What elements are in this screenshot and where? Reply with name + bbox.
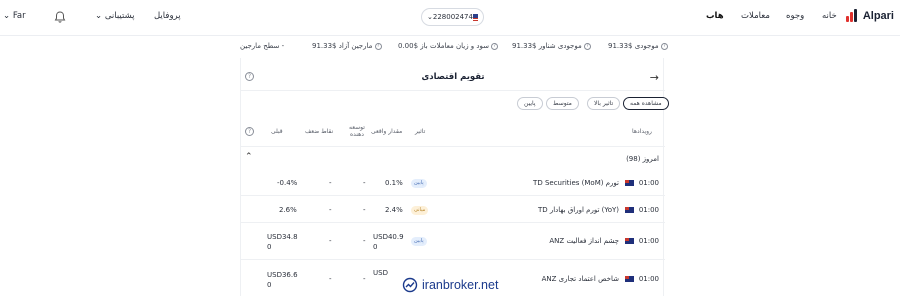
event-name: ANZ شاخص اعتماد تجاری xyxy=(541,275,619,283)
event-time: 01:00 xyxy=(638,179,659,187)
nav-funds[interactable]: وجوه xyxy=(786,11,804,21)
event-time: 01:00 xyxy=(638,237,659,245)
chart-circle-icon xyxy=(402,277,418,293)
actual-value: USD xyxy=(373,269,388,277)
language-label: Far xyxy=(12,11,26,21)
filter-high[interactable]: تاثیر بالا xyxy=(587,97,621,110)
stat-equity: موجودی شناور $91.33 ? xyxy=(512,42,591,50)
brand-name: Alpari xyxy=(862,10,894,22)
consensus-value: - xyxy=(329,275,332,283)
stat-value: $91.33 xyxy=(312,42,337,50)
stat-value: $91.33 xyxy=(512,42,537,50)
filter-medium[interactable]: متوسط xyxy=(546,97,579,110)
forecast-value: - xyxy=(363,206,366,214)
previous-value: -0.4% xyxy=(277,179,298,187)
help-icon[interactable]: ? xyxy=(374,42,382,50)
forecast-value: - xyxy=(363,179,366,187)
bell-icon[interactable] xyxy=(53,10,67,24)
col-impact: تاثیر xyxy=(415,128,426,135)
nav-hub[interactable]: هاب xyxy=(706,11,724,21)
actual-value: 2.4% xyxy=(385,206,403,214)
help-icon[interactable]: ? xyxy=(491,42,499,50)
previous-value: 2.6% xyxy=(279,206,297,214)
language-selector[interactable]: ⌄ Far xyxy=(3,11,26,21)
event-time: 01:00 xyxy=(638,206,659,214)
divider xyxy=(241,146,665,147)
account-status-bar: موجودی $91.33 ? موجودی شناور $91.33 ? سو… xyxy=(0,37,900,57)
stat-free-margin: مارجین آزاد $91.33 ? xyxy=(312,42,382,50)
watermark: iranbroker.net xyxy=(398,274,508,296)
day-label: امروز (98) xyxy=(626,155,659,163)
panel-title: تقویم اقتصادی xyxy=(421,72,485,82)
brand[interactable]: Alpari xyxy=(845,9,894,23)
event-name: TD تورم اوراق بهادار (YoY) xyxy=(537,206,619,214)
account-selector[interactable]: ⌄ 228002474 xyxy=(421,8,484,26)
consensus-value: - xyxy=(329,179,332,187)
col-actual: مقدار واقعی xyxy=(371,128,403,135)
stat-balance: موجودی $91.33 ? xyxy=(608,42,668,50)
alpari-logo-icon xyxy=(845,9,859,23)
previous-value: USD36.6 0 xyxy=(267,271,298,289)
filter-all[interactable]: مشاهده همه xyxy=(623,97,669,110)
stat-label: موجودی شناور xyxy=(538,42,582,50)
event-name: ANZ چشم انداز فعالیت xyxy=(549,237,619,245)
actual-value: 0.1% xyxy=(385,179,403,187)
table-row[interactable]: 01:00 ANZ چشم انداز فعالیت پایین USD40.9… xyxy=(241,224,665,260)
impact-badge: پایین xyxy=(411,237,427,246)
event-time: 01:00 xyxy=(638,275,659,283)
support-label: پشتیبانی xyxy=(104,11,135,21)
nav-home[interactable]: خانه xyxy=(822,11,837,21)
impact-badge: میانی xyxy=(411,206,429,215)
consensus-value: - xyxy=(329,237,332,245)
forecast-value: - xyxy=(363,237,366,245)
stat-value: $0.00 xyxy=(398,42,419,50)
economic-calendar-panel: ? تقویم اقتصادی → مشاهده همه تاثیر بالا … xyxy=(240,58,669,296)
filter-low[interactable]: پایین xyxy=(517,97,543,110)
help-icon[interactable]: ? xyxy=(584,42,591,50)
stat-open-pnl: سود و زیان معاملات باز $0.00 ? xyxy=(398,42,499,50)
stat-label: سود و زیان معاملات باز xyxy=(420,42,490,50)
table-row[interactable]: 01:00 TD Securities (MoM) تورم پایین 0.1… xyxy=(241,170,665,196)
stat-margin-level: سطح مارجین - xyxy=(240,42,284,50)
col-events: رویدادها xyxy=(632,128,652,135)
stat-value: - xyxy=(281,42,285,50)
us-flag-icon xyxy=(472,13,478,21)
actual-value: USD40.9 0 xyxy=(373,233,404,251)
previous-value: USD34.8 0 xyxy=(267,233,298,251)
panel-header: ? تقویم اقتصادی → xyxy=(241,63,665,91)
au-flag-icon xyxy=(625,238,634,244)
watermark-text: iranbroker.net xyxy=(422,278,499,292)
help-icon[interactable]: ? xyxy=(245,127,254,136)
consensus-value: - xyxy=(329,206,332,214)
au-flag-icon xyxy=(625,207,634,213)
day-group-today[interactable]: ⌃ امروز (98) xyxy=(241,152,665,168)
forecast-value: - xyxy=(363,275,366,283)
col-previous: قبلی xyxy=(271,128,283,135)
au-flag-icon xyxy=(625,276,634,282)
stat-label: مارجین آزاد xyxy=(338,42,373,50)
top-bar: Alpari خانه وجوه معاملات هاب ⌄ 228002474… xyxy=(0,0,900,36)
stat-value: $91.33 xyxy=(608,42,633,50)
stat-label: موجودی xyxy=(634,42,659,50)
event-name: TD Securities (MoM) تورم xyxy=(533,179,619,187)
support-menu[interactable]: ⌄ پشتیبانی xyxy=(95,11,135,21)
help-icon[interactable]: ? xyxy=(660,42,668,50)
nav-trading[interactable]: معاملات xyxy=(741,11,770,21)
col-forecast: توسعه دهنده xyxy=(349,124,365,138)
impact-badge: پایین xyxy=(411,179,427,188)
table-row[interactable]: 01:00 TD تورم اوراق بهادار (YoY) میانی 2… xyxy=(241,197,665,223)
au-flag-icon xyxy=(625,180,634,186)
arrow-right-icon[interactable]: → xyxy=(650,71,659,84)
col-consensus: نقاط ضعف xyxy=(305,128,334,135)
chevron-up-icon[interactable]: ⌃ xyxy=(245,152,253,162)
profile-link[interactable]: پروفایل xyxy=(154,11,181,21)
stat-label: سطح مارجین xyxy=(240,42,280,50)
account-number: 228002474 xyxy=(432,13,473,21)
